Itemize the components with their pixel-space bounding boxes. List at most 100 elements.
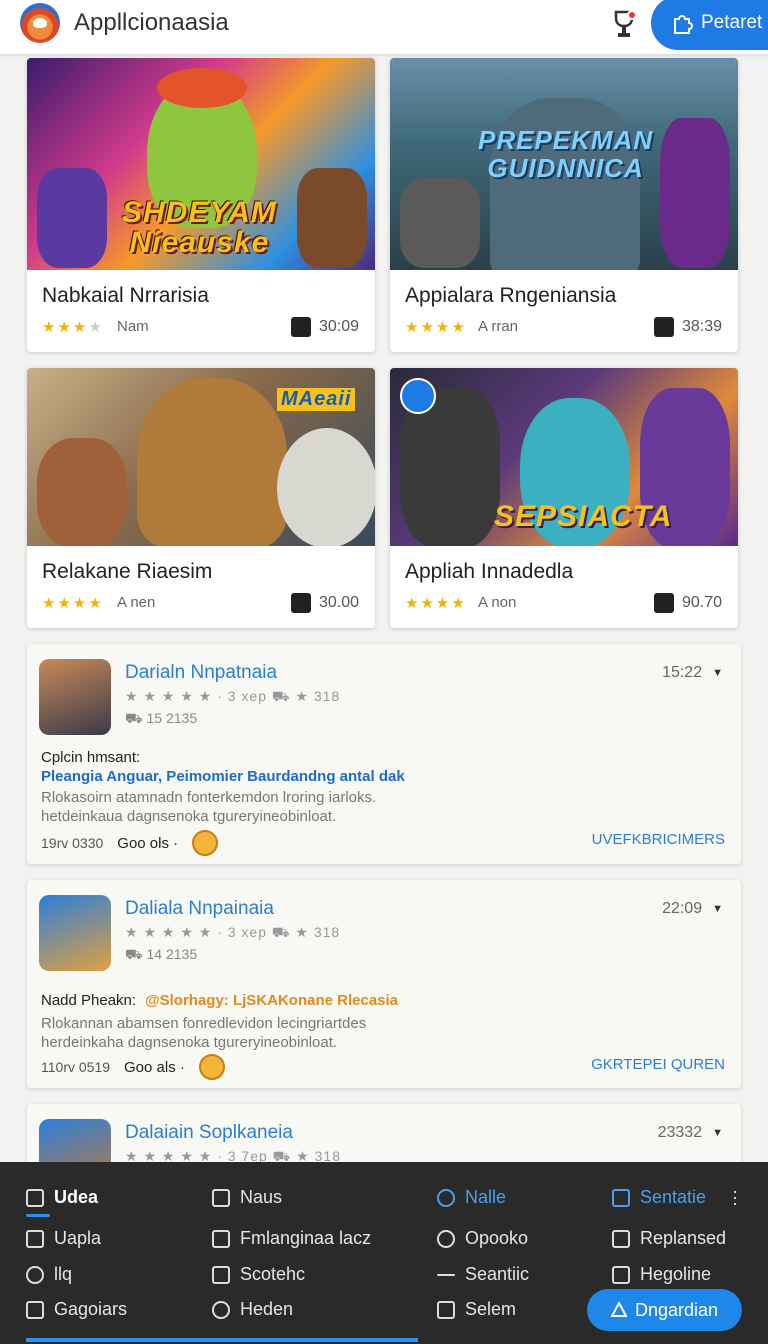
menu-item[interactable]: Selem	[437, 1299, 516, 1320]
card-meta: A non	[478, 594, 517, 611]
feed-title[interactable]: Daliala Nnpainaia	[125, 898, 274, 920]
feed-action-link[interactable]: UVEFKBRICIMERS	[592, 831, 725, 848]
menu-item-label: Seantiic	[465, 1264, 530, 1284]
menu-item-label: Fmlanginaa lacz	[240, 1228, 372, 1248]
link-icon	[437, 1229, 455, 1248]
menu-item-home[interactable]: Udea	[26, 1187, 98, 1208]
chevron-down-icon[interactable]: ▼	[712, 667, 723, 679]
menu-item[interactable]: Fmlanginaa lacz	[212, 1228, 371, 1249]
menu-item[interactable]: Uapla	[26, 1228, 101, 1249]
game-banner: SHDEYAM Nieauske	[122, 196, 277, 259]
game-banner: SEPSIACTA	[494, 500, 673, 533]
avatar	[39, 895, 111, 971]
puzzle-icon	[612, 1229, 630, 1248]
menu-item[interactable]: Seantiic	[437, 1264, 529, 1285]
copy-icon	[653, 593, 674, 613]
feed-headline[interactable]: Pleangia Anguar, Peimomier Baurdandng an…	[41, 768, 405, 785]
menu-item[interactable]: Naus	[212, 1187, 282, 1208]
game-art: PREPEKMAN GUIDNNICA	[390, 58, 738, 270]
menu-item[interactable]: Sentatie	[612, 1187, 706, 1208]
menu-item[interactable]: Scotehc	[212, 1264, 305, 1285]
feed-label: Cplcin hmsant:	[41, 749, 141, 766]
menu-item[interactable]: Nalle	[437, 1187, 506, 1208]
feed-time: 23332 ▼	[658, 1124, 723, 1142]
feed-footer-label: Goo als ·	[124, 1058, 185, 1076]
copy-icon	[653, 317, 674, 337]
menu-item[interactable]: Heden	[212, 1299, 293, 1320]
menu-item[interactable]: Hegoline	[612, 1264, 711, 1285]
menu-item-label: Replansed	[640, 1228, 727, 1248]
game-card[interactable]: SHDEYAM Nieauske Nabkaial Nrrarisia ★★★★ …	[27, 58, 375, 352]
card-title: Nabkaial Nrrarisia	[42, 284, 209, 307]
feed-headline[interactable]: @Slorhagy: LjSKAKonane Rlecasia	[145, 992, 398, 1009]
avatar	[39, 659, 111, 735]
game-card[interactable]: SEPSIACTA Appliah Innadedla ★★★★ A non 9…	[390, 368, 738, 628]
menu-item-label: Sentatie	[640, 1187, 707, 1207]
feed-action-link[interactable]: GKRTEPEI QUREN	[591, 1056, 725, 1073]
chart-icon	[26, 1300, 44, 1319]
game-card[interactable]: MAeaii Relakane Riaesim ★★★★ A nen 30.00	[27, 368, 375, 628]
minus-icon	[437, 1273, 455, 1276]
menu-progress-bar	[26, 1338, 418, 1342]
feed-title[interactable]: Dalaiain Soplkaneia	[125, 1122, 293, 1144]
menu-item[interactable]: Opooko	[437, 1228, 528, 1249]
chevron-down-icon[interactable]: ▼	[712, 1127, 723, 1139]
menu-item-label: Heden	[240, 1299, 294, 1319]
card-title: Appialara Rngeniansia	[405, 284, 617, 307]
card-meta: A nen	[117, 594, 156, 611]
menu-item-label: Gagoiars	[54, 1299, 128, 1319]
chevron-down-icon[interactable]: ▼	[712, 903, 723, 915]
feed-item[interactable]: Daliala Nnpainaia 22:09 ▼ ★ ★ ★ ★ ★ · 3 …	[27, 880, 741, 1088]
menu-item-label: Udea	[54, 1187, 99, 1207]
feed-sub: ⛟ 15 2135	[125, 710, 198, 726]
feed-time-value: 15:22	[662, 664, 703, 681]
feed-sub: ⛟ 14 2135	[125, 946, 198, 962]
feed-description: Rlokasoirn atamnadn fonterkemdon lroring…	[41, 789, 377, 825]
house-icon	[26, 1229, 44, 1248]
feed-title[interactable]: Darialn Nnpatnaia	[125, 662, 277, 684]
feed-rating: ★ ★ ★ ★ ★ · 3 xep ⛟ ★ 318	[125, 688, 341, 704]
copy-icon	[290, 593, 311, 613]
emoji-icon	[198, 1054, 225, 1080]
card-count: 30:09	[290, 317, 359, 337]
alert-icon	[610, 1302, 627, 1317]
app-header: Appllcionaasia Petaret	[0, 0, 768, 54]
card-title: Appliah Innadedla	[405, 560, 574, 583]
feed-footer-label: Goo ols ·	[117, 834, 179, 852]
feed-time-value: 22:09	[662, 900, 703, 917]
notification-dot	[627, 10, 637, 20]
active-indicator	[26, 1214, 50, 1217]
menu-item-label: Selem	[465, 1299, 517, 1319]
card-count-value: 38:39	[681, 318, 722, 335]
cursor-icon	[437, 1300, 455, 1319]
header-action-button[interactable]: Petaret	[651, 0, 768, 50]
card-count-value: 90.70	[681, 594, 722, 611]
grid-icon	[212, 1188, 230, 1207]
emoji-icon	[192, 830, 219, 856]
card-title: Relakane Riaesim	[42, 560, 213, 583]
menu-item-label: llq	[54, 1264, 73, 1284]
menu-item-label: Hegoline	[640, 1264, 712, 1284]
feed-footer: 110rv 0519 Goo als ·	[41, 1054, 225, 1080]
card-count: 30.00	[290, 593, 359, 613]
more-icon[interactable]: · · ·	[732, 1182, 738, 1212]
game-card[interactable]: PREPEKMAN GUIDNNICA Appialara Rngeniansia…	[390, 58, 738, 352]
feed-item[interactable]: Darialn Nnpatnaia 15:22 ▼ ★ ★ ★ ★ ★ · 3 …	[27, 644, 741, 864]
card-meta: Nam	[117, 318, 149, 335]
feed-time: 22:09 ▼	[662, 900, 723, 918]
star-rating: ★★★★	[405, 595, 467, 612]
feed-footer-id: 19rv 0330	[41, 835, 104, 851]
menu-item-label: Uapla	[54, 1228, 102, 1248]
menu-item-label: Naus	[240, 1187, 283, 1207]
menu-item[interactable]: Gagoiars	[26, 1299, 127, 1320]
game-banner: MAeaii	[277, 388, 356, 411]
feed-description: Rlokannan abamsen fonredlevidon lecingri…	[41, 1015, 367, 1051]
menu-item[interactable]: Replansed	[612, 1228, 726, 1249]
card-count: 38:39	[653, 317, 722, 337]
card-count-value: 30:09	[318, 318, 359, 335]
app-logo-icon[interactable]	[20, 3, 60, 43]
primary-action-button[interactable]: Dngardian	[587, 1289, 742, 1331]
header-action-label: Petaret	[701, 12, 763, 33]
bookmark-icon	[290, 317, 311, 337]
menu-item[interactable]: llq	[26, 1264, 72, 1285]
